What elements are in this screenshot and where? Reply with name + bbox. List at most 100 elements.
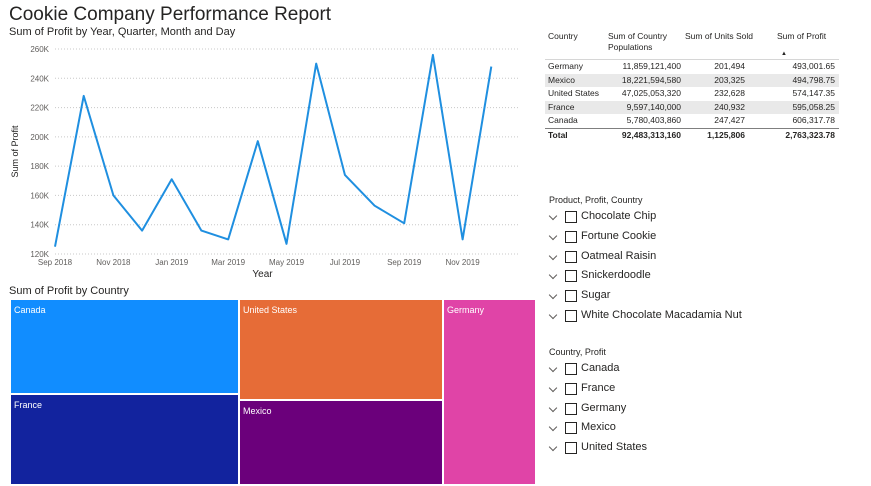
slicer-item-mexico[interactable]: Mexico (548, 419, 616, 439)
data-point (227, 238, 229, 240)
chevron-down-icon[interactable] (548, 290, 558, 300)
table-row: France 9,597,140,000 240,932 595,058.25 (545, 100, 839, 115)
slicer-item-fortune-cookie[interactable]: Fortune Cookie (548, 228, 656, 248)
x-tick-label: Sep 2018 (38, 258, 73, 267)
data-point (461, 238, 463, 240)
data-point (141, 229, 143, 231)
slicer-item-label: Chocolate Chip (581, 210, 657, 222)
chevron-down-icon[interactable] (548, 211, 558, 221)
slicer-item-white-chocolate-macadamia-nut[interactable]: White Chocolate Macadamia Nut (548, 307, 742, 327)
slicer-item-france[interactable]: France (548, 380, 615, 400)
checkbox[interactable] (565, 382, 577, 395)
slicer-item-label: Canada (581, 362, 620, 374)
checkbox[interactable] (565, 422, 577, 435)
treemap: Canada France United States Mexico Germa… (10, 299, 536, 485)
checkbox[interactable] (565, 211, 577, 223)
chevron-down-icon[interactable] (548, 442, 558, 452)
y-tick-label: 160K (30, 191, 49, 200)
treemap-label: Mexico (243, 406, 272, 416)
slicer-item-label: White Chocolate Macadamia Nut (581, 308, 742, 321)
checkbox[interactable] (565, 270, 577, 283)
country-slicer: Country, Profit Canada France Germany Me… (548, 347, 647, 459)
cell-country: Mexico (548, 74, 575, 85)
chevron-down-icon[interactable] (548, 403, 558, 412)
chevron-down-icon[interactable] (548, 310, 558, 320)
slicer-item-canada[interactable]: Canada (548, 360, 620, 380)
treemap-cell-france[interactable]: France (10, 394, 239, 485)
slicer-item-sugar[interactable]: Sugar (548, 287, 643, 307)
line-chart-title: Sum of Profit by Year, Quarter, Month an… (9, 26, 236, 38)
checkbox[interactable] (565, 309, 577, 322)
chevron-down-icon[interactable] (548, 251, 558, 260)
treemap-label: France (14, 400, 43, 410)
slicer-item-snickerdoodle[interactable]: Snickerdoodle (548, 267, 651, 287)
data-point (285, 243, 287, 245)
checkbox[interactable] (565, 250, 577, 263)
column-header-country[interactable]: Country (548, 31, 608, 42)
treemap-label: United States (243, 305, 298, 315)
column-header-profit[interactable]: Sum of Profit (777, 31, 837, 42)
column-header-populations[interactable]: Sum of Country Populations (608, 31, 686, 53)
checkbox[interactable] (565, 363, 577, 375)
cell-populations: 5,780,403,860 (626, 115, 681, 126)
y-tick-label: 140K (30, 221, 49, 230)
cell-populations: 9,597,140,000 (626, 101, 681, 112)
x-tick-label: May 2019 (269, 258, 305, 267)
chevron-down-icon[interactable] (548, 231, 558, 241)
slicer-item-oatmeal-raisin[interactable]: Oatmeal Raisin (548, 248, 656, 268)
chevron-down-icon[interactable] (548, 271, 558, 280)
table-header: Country Sum of Country Populations Sum o… (545, 29, 839, 60)
line-chart[interactable]: 120K140K160K180K200K220K240K260KSep 2018… (8, 40, 533, 282)
data-point (257, 140, 259, 142)
chevron-down-icon[interactable] (548, 383, 558, 393)
treemap-cell-germany[interactable]: Germany (443, 299, 536, 485)
total-profit: 2,763,323.78 (785, 129, 835, 140)
y-tick-label: 220K (30, 104, 49, 113)
table-total-row: Total 92,483,313,160 1,125,806 2,763,323… (545, 127, 839, 143)
table-row: United States 47,025,053,320 232,628 574… (545, 87, 839, 101)
y-tick-label: 260K (30, 45, 49, 54)
table-row: Germany 11,859,121,400 201,494 493,001.6… (545, 60, 839, 74)
x-tick-label: Sep 2019 (387, 258, 422, 267)
data-point (54, 245, 56, 247)
treemap-cell-canada[interactable]: Canada (10, 299, 239, 394)
cell-populations: 18,221,594,580 (621, 74, 681, 85)
data-point (112, 194, 114, 196)
column-header-units-sold[interactable]: Sum of Units Sold (685, 31, 763, 42)
cell-country: Germany (548, 61, 583, 71)
treemap-label: Canada (14, 305, 46, 315)
x-tick-label: Jul 2019 (330, 258, 361, 267)
chevron-down-icon[interactable] (548, 363, 558, 373)
slicer-title: Country, Profit (549, 347, 606, 357)
treemap-title: Sum of Profit by Country (9, 285, 129, 297)
sort-ascending-icon[interactable]: ▲ (781, 51, 787, 57)
product-slicer: Product, Profit, Country Chocolate Chip … (548, 195, 742, 327)
total-populations: 92,483,313,160 (621, 129, 681, 140)
cell-populations: 11,859,121,400 (622, 61, 681, 71)
cell-units-sold: 240,932 (714, 101, 745, 112)
cell-units-sold: 201,494 (714, 61, 745, 71)
slicer-item-label: Mexico (581, 421, 616, 434)
checkbox[interactable] (565, 402, 577, 415)
cell-profit: 606,317.78 (792, 115, 835, 126)
slicer-item-label: France (581, 381, 616, 394)
slicer-item-chocolate-chip[interactable]: Chocolate Chip (548, 208, 656, 228)
checkbox[interactable] (565, 442, 577, 455)
checkbox[interactable] (565, 290, 577, 303)
treemap-cell-united-states[interactable]: United States (239, 299, 443, 400)
total-label: Total (548, 129, 568, 140)
cell-profit: 574,147.35 (792, 88, 835, 99)
cell-profit: 595,058.25 (792, 101, 835, 112)
report-title: Cookie Company Performance Report (9, 4, 332, 25)
data-point (344, 174, 346, 176)
chevron-down-icon[interactable] (548, 423, 558, 432)
checkbox[interactable] (565, 230, 577, 243)
data-point (83, 95, 85, 97)
data-point (490, 65, 492, 67)
slicer-item-united-states[interactable]: United States (548, 439, 647, 459)
table-row: Mexico 18,221,594,580 203,325 494,798.75 (545, 73, 839, 88)
slicer-item-germany[interactable]: Germany (548, 400, 626, 420)
slicer-title: Product, Profit, Country (549, 195, 643, 205)
y-axis-title: Sum of Profit (10, 125, 20, 178)
treemap-cell-mexico[interactable]: Mexico (239, 400, 443, 485)
